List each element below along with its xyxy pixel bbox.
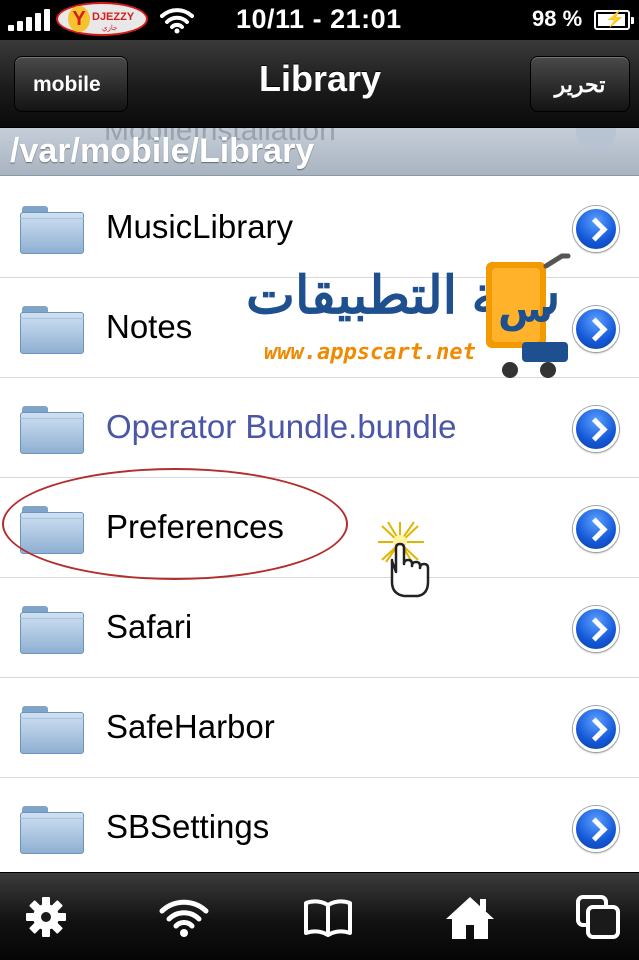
folder-icon bbox=[20, 706, 84, 754]
carrier-name: DJEZZY bbox=[92, 11, 135, 23]
home-icon bbox=[446, 897, 494, 939]
screen: Y DJEZZY جازي 10/11 - 21:01 98 % ⚡ mobil… bbox=[0, 0, 639, 960]
file-name: SBSettings bbox=[106, 808, 270, 845]
battery-icon: ⚡ bbox=[594, 10, 634, 30]
wifi-icon bbox=[159, 899, 209, 937]
folder-icon bbox=[20, 406, 84, 454]
wifi-status-icon bbox=[160, 8, 194, 34]
folder-icon bbox=[20, 506, 84, 554]
file-row[interactable]: Operator Bundle.bundle bbox=[0, 378, 639, 478]
status-time: 10/11 - 21:01 bbox=[236, 4, 402, 34]
disclosure-button[interactable] bbox=[573, 606, 619, 652]
file-row[interactable]: SBSettings bbox=[0, 778, 639, 872]
signal-strength-icon bbox=[8, 9, 52, 31]
folder-icon bbox=[20, 306, 84, 354]
file-name: SafeHarbor bbox=[106, 708, 275, 745]
path-header: MobileInstallation /var/mobile/Library bbox=[0, 128, 639, 176]
page-title: Library bbox=[258, 58, 382, 99]
bookmarks-button[interactable] bbox=[302, 891, 354, 943]
file-name: Notes bbox=[106, 308, 193, 345]
windows-icon bbox=[576, 895, 620, 939]
disclosure-button[interactable] bbox=[573, 306, 619, 352]
folder-icon bbox=[20, 806, 84, 854]
folder-icon bbox=[20, 206, 84, 254]
file-row[interactable]: Safari bbox=[0, 578, 639, 678]
file-row[interactable]: Preferences bbox=[0, 478, 639, 578]
file-name: MusicLibrary bbox=[106, 208, 294, 245]
edit-button[interactable]: تحرير bbox=[530, 56, 630, 112]
gear-icon bbox=[26, 897, 66, 937]
file-name: Preferences bbox=[106, 508, 284, 545]
navigation-bar: mobile Library تحرير bbox=[0, 40, 639, 128]
carrier-subtitle: جازي bbox=[102, 25, 118, 32]
file-name: Safari bbox=[106, 608, 193, 645]
current-path: /var/mobile/Library bbox=[10, 132, 315, 170]
windows-button[interactable] bbox=[572, 891, 624, 943]
book-icon bbox=[304, 899, 352, 937]
carrier-logo-mark: Y bbox=[68, 6, 90, 32]
disclosure-button[interactable] bbox=[573, 506, 619, 552]
file-name: Operator Bundle.bundle bbox=[106, 408, 457, 445]
disclosure-button[interactable] bbox=[573, 706, 619, 752]
disclosure-button[interactable] bbox=[573, 806, 619, 852]
back-button-label: mobile bbox=[33, 73, 101, 96]
file-row[interactable]: MusicLibrary bbox=[0, 178, 639, 278]
file-row[interactable]: SafeHarbor bbox=[0, 678, 639, 778]
home-button[interactable] bbox=[444, 891, 496, 943]
hand-pointer-icon bbox=[378, 521, 430, 598]
settings-button[interactable] bbox=[20, 891, 72, 943]
file-list: MusicLibrary Notes Operator Bundle.bundle P… bbox=[0, 178, 639, 872]
scrolled-disclosure-icon bbox=[576, 128, 616, 152]
battery-percent: 98 % bbox=[532, 6, 583, 31]
bottom-toolbar bbox=[0, 872, 639, 960]
file-row[interactable]: Notes bbox=[0, 278, 639, 378]
back-button[interactable]: mobile bbox=[14, 56, 128, 112]
carrier-logo: Y DJEZZY جازي bbox=[56, 2, 148, 36]
disclosure-button[interactable] bbox=[573, 206, 619, 252]
status-bar: Y DJEZZY جازي 10/11 - 21:01 98 % ⚡ bbox=[0, 0, 639, 40]
wifi-sharing-button[interactable] bbox=[158, 891, 210, 943]
folder-icon bbox=[20, 606, 84, 654]
charging-bolt-icon: ⚡ bbox=[605, 11, 625, 28]
disclosure-button[interactable] bbox=[573, 406, 619, 452]
